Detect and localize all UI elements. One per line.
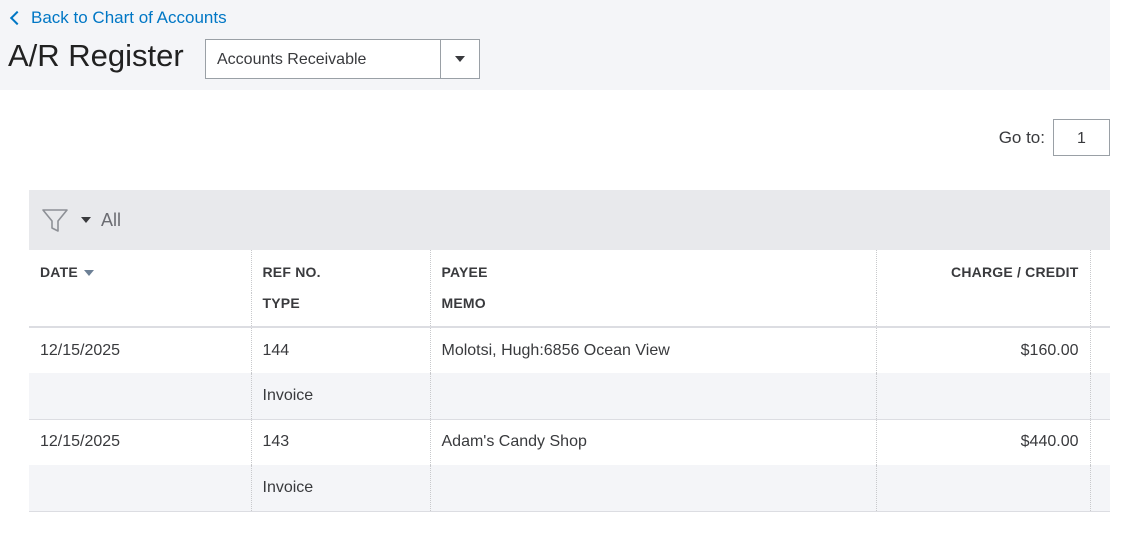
back-link-label: Back to Chart of Accounts bbox=[31, 8, 227, 27]
table-row[interactable]: 12/15/2025 143 Adam's Candy Shop $440.00 bbox=[29, 419, 1110, 465]
row-ref-no: 143 bbox=[250, 419, 430, 465]
row-extra-blank bbox=[1089, 465, 1110, 511]
column-header-payee[interactable]: PAYEE bbox=[429, 250, 876, 293]
column-header-type[interactable]: TYPE bbox=[250, 293, 430, 327]
filter-bar: All bbox=[29, 190, 1110, 250]
register-table: DATE REF NO. PAYEE CHARGE / CREDIT TYPE … bbox=[29, 250, 1110, 512]
column-header-date-blank bbox=[29, 293, 251, 327]
chevron-left-icon bbox=[9, 10, 25, 26]
row-ref-no: 144 bbox=[250, 327, 430, 373]
column-header-ref-no[interactable]: REF NO. bbox=[250, 250, 430, 293]
row-payee: Molotsi, Hugh:6856 Ocean View bbox=[429, 327, 876, 373]
row-date-blank bbox=[29, 465, 251, 511]
sort-down-icon bbox=[83, 269, 94, 276]
column-header-date[interactable]: DATE bbox=[29, 250, 251, 293]
row-charge-blank bbox=[875, 373, 1090, 419]
account-select-value: Accounts Receivable bbox=[217, 51, 367, 68]
row-date: 12/15/2025 bbox=[29, 327, 251, 373]
table-row[interactable]: 12/15/2025 144 Molotsi, Hugh:6856 Ocean … bbox=[29, 327, 1110, 373]
goto-control: Go to: 1 bbox=[999, 119, 1110, 156]
filter-dropdown-caret-icon[interactable] bbox=[81, 217, 91, 223]
account-select[interactable]: Accounts Receivable bbox=[205, 39, 480, 79]
row-charge: $160.00 bbox=[875, 327, 1090, 373]
row-charge: $440.00 bbox=[875, 419, 1090, 465]
column-header-memo[interactable]: MEMO bbox=[429, 293, 876, 327]
row-payee: Adam's Candy Shop bbox=[429, 419, 876, 465]
column-header-extra bbox=[1089, 250, 1110, 293]
row-date: 12/15/2025 bbox=[29, 419, 251, 465]
row-type: Invoice bbox=[250, 465, 430, 511]
row-extra bbox=[1089, 327, 1110, 373]
row-type: Invoice bbox=[250, 373, 430, 419]
row-memo bbox=[429, 465, 876, 511]
column-header-charge-blank bbox=[875, 293, 1090, 327]
account-select-dropdown-button[interactable] bbox=[440, 40, 479, 78]
goto-page-input[interactable]: 1 bbox=[1053, 119, 1110, 156]
chevron-down-icon bbox=[455, 56, 465, 62]
page-header: Back to Chart of Accounts A/R Register A… bbox=[0, 0, 1110, 90]
row-extra-blank bbox=[1089, 373, 1110, 419]
date-header-label: DATE bbox=[40, 263, 78, 280]
filter-value: All bbox=[101, 209, 122, 230]
row-date-blank bbox=[29, 373, 251, 419]
column-header-charge-credit[interactable]: CHARGE / CREDIT bbox=[875, 250, 1090, 293]
goto-label: Go to: bbox=[998, 127, 1045, 147]
table-row-secondary[interactable]: Invoice bbox=[29, 465, 1110, 511]
column-header-extra-blank bbox=[1089, 293, 1110, 327]
row-memo bbox=[429, 373, 876, 419]
register-page: Back to Chart of Accounts A/R Register A… bbox=[0, 0, 1110, 520]
filter-icon[interactable] bbox=[41, 206, 69, 234]
row-extra bbox=[1089, 419, 1110, 465]
row-charge-blank bbox=[875, 465, 1090, 511]
back-to-chart-link[interactable]: Back to Chart of Accounts bbox=[8, 8, 227, 28]
page-title: A/R Register bbox=[8, 38, 184, 73]
table-row-secondary[interactable]: Invoice bbox=[29, 373, 1110, 419]
